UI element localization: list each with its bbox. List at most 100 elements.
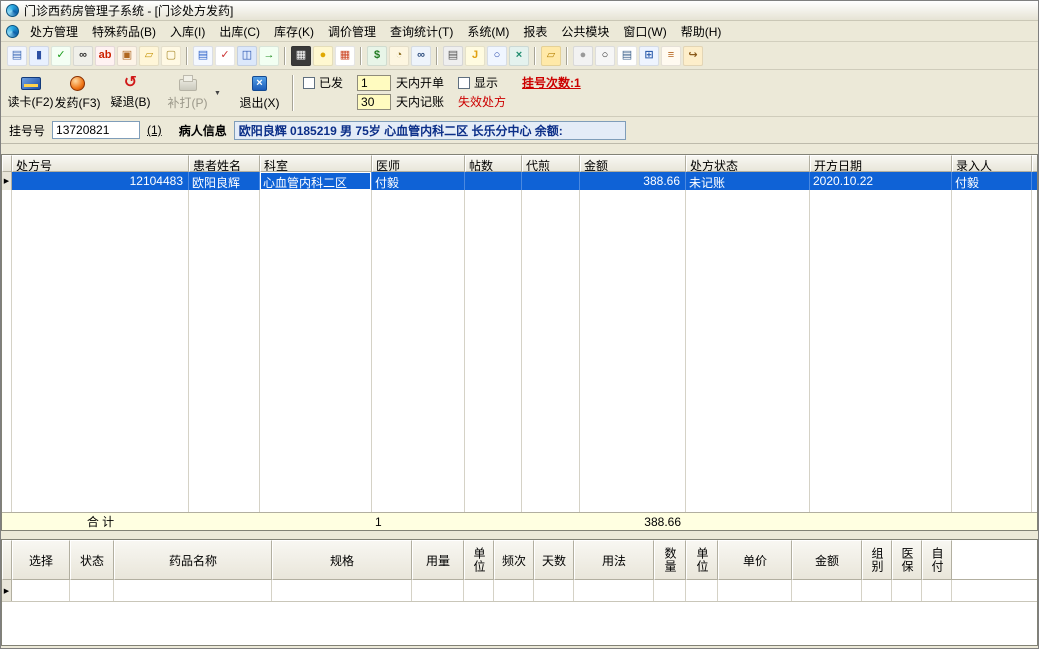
det-col-header-drug-name[interactable]: 药品名称	[114, 540, 272, 580]
menu-system[interactable]: 系统(M)	[460, 20, 516, 43]
menu-prescription-mgmt[interactable]: 处方管理	[23, 20, 85, 43]
summary-count: 1	[375, 514, 382, 529]
rx-cell-date[interactable]: 2020.10.22	[810, 172, 952, 190]
toolbar-icon-lookup[interactable]: ∞	[411, 45, 431, 66]
toolbar-icon-keypad[interactable]: ▦	[291, 45, 311, 66]
toolbar-icon-archive[interactable]: ▢	[161, 45, 181, 66]
det-cell-empty	[534, 580, 574, 601]
menu-special-drugs[interactable]: 特殊药品(B)	[85, 20, 163, 43]
menu-stock-out[interactable]: 出库(C)	[212, 20, 267, 43]
det-col-header-days[interactable]: 天数	[534, 540, 574, 580]
toolbar-icon-calendar[interactable]: ▦	[335, 45, 355, 66]
rx-cell-rx-no[interactable]: 12104483	[12, 172, 189, 190]
rx-cell-decoct[interactable]	[522, 172, 580, 190]
det-col-header-spec[interactable]: 规格	[272, 540, 412, 580]
expired-filter-group: 显示 失效处方	[458, 74, 506, 112]
menu-stock-in[interactable]: 入库(I)	[163, 20, 212, 43]
det-cell-empty	[574, 580, 654, 601]
toolbar-icon-folder-out[interactable]: ▱	[139, 45, 159, 66]
toolbar-icon-new-doc[interactable]: ▤	[193, 45, 213, 66]
days-open-field[interactable]	[357, 74, 392, 91]
show-expired-checkbox[interactable]	[458, 76, 471, 89]
det-col-header-usage[interactable]: 用法	[574, 540, 654, 580]
rx-col-header-doctor[interactable]: 医师	[372, 155, 465, 172]
det-col-header-unit-price[interactable]: 单价	[718, 540, 792, 580]
toolbar-icon-search[interactable]: ○	[595, 45, 615, 66]
rx-col-header-patient[interactable]: 患者姓名	[189, 155, 260, 172]
toolbar-icon-confirm[interactable]: ✓	[51, 45, 71, 66]
rx-col-header-amount[interactable]: 金额	[580, 155, 686, 172]
exit-button[interactable]: × 退出(X)	[236, 72, 283, 114]
grid-line	[810, 190, 952, 512]
toolbar-icon-alarm[interactable]: ●	[313, 45, 333, 66]
rx-col-header-date[interactable]: 开方日期	[810, 155, 952, 172]
menu-help[interactable]: 帮助(H)	[674, 20, 729, 43]
det-col-header-select[interactable]: 选择	[12, 540, 70, 580]
prescription-table-header: 处方号 患者姓名 科室 医师 帖数 代煎 金额 处方状态 开方日期 录入人	[2, 155, 1037, 172]
days-account-field[interactable]	[357, 93, 392, 110]
rx-cell-amount[interactable]: 388.66	[580, 172, 686, 190]
toolbar-icon-key[interactable]: J	[465, 45, 485, 66]
det-col-header-amount[interactable]: 金额	[792, 540, 862, 580]
toolbar-icon-grid-view[interactable]: ⊞	[639, 45, 659, 66]
toolbar-icon-doc-export[interactable]: →	[259, 45, 279, 66]
rx-col-header-status[interactable]: 处方状态	[686, 155, 810, 172]
dispense-button[interactable]: 发药(F3)	[54, 72, 101, 114]
toolbar-icon-save[interactable]: ◫	[237, 45, 257, 66]
toolbar-icon-close-box[interactable]: ×	[509, 45, 529, 66]
det-col-header-dose[interactable]: 用量	[412, 540, 464, 580]
toolbar-icon-exit-door[interactable]: ↪	[683, 45, 703, 66]
det-col-header-dose-unit[interactable]: 单位	[464, 540, 494, 580]
read-card-label: 读卡(F2)	[7, 94, 54, 109]
sent-checkbox[interactable]	[303, 76, 315, 89]
toolbar-icon-edit-doc[interactable]: ≡	[661, 45, 681, 66]
menu-price-adjust[interactable]: 调价管理	[321, 20, 383, 43]
menu-window[interactable]: 窗口(W)	[616, 20, 673, 43]
toolbar-icon-print[interactable]: ▤	[443, 45, 463, 66]
det-col-header-quantity[interactable]: 数量	[654, 540, 686, 580]
reprint-dropdown-arrow[interactable]: ▼	[211, 82, 224, 104]
drug-detail-row-current[interactable]: ▶	[2, 580, 1037, 602]
menu-inventory[interactable]: 库存(K)	[267, 20, 321, 43]
prescription-row-selected[interactable]: ▶ 12104483 欧阳良辉 心血管内科二区 付毅 388.66 未记账 20…	[2, 172, 1037, 190]
suspect-return-button[interactable]: ↺ 疑退(B)	[107, 72, 154, 114]
toolbar-icon-report[interactable]: ▤	[617, 45, 637, 66]
rx-cell-doctor[interactable]: 付毅	[372, 172, 465, 190]
menu-common-modules[interactable]: 公共模块	[554, 20, 616, 43]
rx-col-header-rx-no[interactable]: 处方号	[12, 155, 189, 172]
rx-cell-packs[interactable]	[465, 172, 522, 190]
det-col-header-group[interactable]: 组别	[862, 540, 892, 580]
toolbar-icon-preview[interactable]: ▤	[7, 45, 27, 66]
rx-col-header-entered-by[interactable]: 录入人	[952, 155, 1032, 172]
det-col-header-self-pay[interactable]: 自付	[922, 540, 952, 580]
menu-reports[interactable]: 报表	[516, 20, 554, 43]
expired-label: 失效处方	[458, 95, 507, 109]
reprint-button[interactable]: 补打(P)	[164, 72, 211, 114]
toolbar-icon-open-folder[interactable]: ▱	[541, 45, 561, 66]
rx-cell-status[interactable]: 未记账	[686, 172, 810, 190]
toolbar-icon-stamp[interactable]: ▣	[117, 45, 137, 66]
toolbar-icon-folder-find[interactable]: ◔	[389, 45, 409, 66]
rx-cell-department[interactable]: 心血管内科二区	[260, 172, 372, 190]
toolbar-icon-zoom[interactable]: ○	[487, 45, 507, 66]
child-window-icon	[6, 24, 19, 38]
toolbar-icon-vial[interactable]: ▮	[29, 45, 49, 66]
toolbar-icon-cash[interactable]: $	[367, 45, 387, 66]
rx-col-header-packs[interactable]: 帖数	[465, 155, 522, 172]
toolbar-icon-binoculars[interactable]: ∞	[73, 45, 93, 66]
rx-cell-patient[interactable]: 欧阳良辉	[189, 172, 260, 190]
det-col-header-frequency[interactable]: 频次	[494, 540, 534, 580]
det-col-header-insurance[interactable]: 医保	[892, 540, 922, 580]
det-col-header-unit[interactable]: 单位	[686, 540, 718, 580]
reg-no-input[interactable]	[52, 121, 141, 139]
rx-cell-entered-by[interactable]: 付毅	[952, 172, 1032, 190]
read-card-button[interactable]: 读卡(F2)	[7, 72, 54, 114]
menu-query-stats[interactable]: 查询统计(T)	[383, 20, 460, 43]
det-col-header-status[interactable]: 状态	[70, 540, 114, 580]
rx-col-header-department[interactable]: 科室	[260, 155, 372, 172]
rx-col-header-decoct[interactable]: 代煎	[522, 155, 580, 172]
det-cell-empty	[654, 580, 686, 601]
toolbar-icon-audit[interactable]: ab	[95, 45, 115, 66]
toolbar-icon-sphere[interactable]: ●	[573, 45, 593, 66]
toolbar-icon-doc-check[interactable]: ✓	[215, 45, 235, 66]
